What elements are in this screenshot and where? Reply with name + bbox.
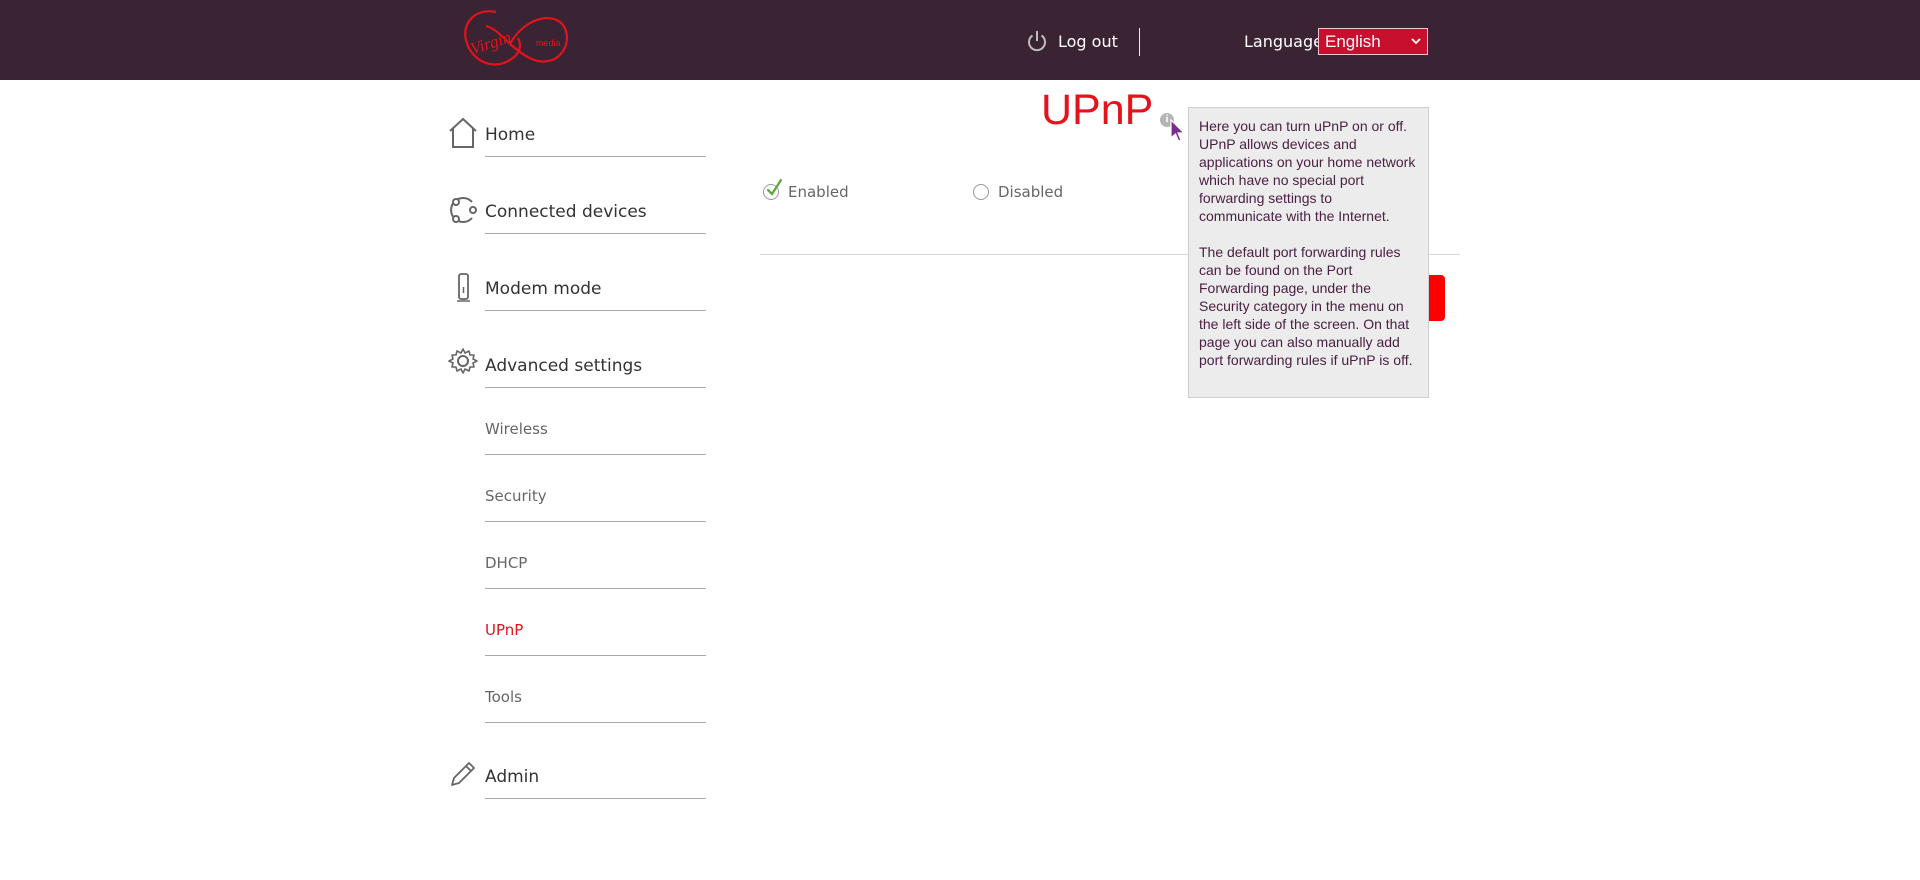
top-bar: Virgin media Log out Language English: [0, 0, 1920, 80]
checkmark-icon: [766, 178, 783, 196]
divider: [485, 588, 706, 589]
divider: [485, 310, 706, 311]
mouse-cursor-icon: [1170, 119, 1186, 142]
radio-label: Disabled: [998, 183, 1064, 201]
sidebar-item-home[interactable]: Home: [446, 116, 706, 164]
chevron-down-icon: [1411, 38, 1421, 45]
divider: [485, 454, 706, 455]
sidebar-subitem-wireless[interactable]: Wireless: [485, 410, 706, 466]
tooltip-paragraph: Here you can turn uPnP on or off. UPnP a…: [1199, 118, 1416, 224]
sidebar-item-label: Connected devices: [485, 202, 647, 222]
tooltip-paragraph: The default port forwarding rules can be…: [1199, 244, 1413, 368]
virgin-media-logo[interactable]: Virgin media: [460, 4, 572, 76]
page-title: UPnP: [1041, 86, 1154, 134]
language-selected-value: English: [1325, 31, 1381, 51]
gear-icon: [448, 348, 478, 374]
sidebar-item-label: Advanced settings: [485, 356, 643, 376]
divider: [485, 233, 706, 234]
language-label: Language: [1244, 32, 1323, 51]
radio-label: Enabled: [788, 183, 849, 201]
power-icon: [1028, 31, 1046, 52]
sidebar-item-admin[interactable]: Admin: [446, 758, 706, 806]
sidebar-item-label: Home: [485, 125, 536, 145]
sidebar-subitem-security[interactable]: Security: [485, 477, 706, 533]
logout-button[interactable]: Log out: [1026, 28, 1118, 54]
header-divider: [1139, 28, 1140, 56]
upnp-enabled-radio[interactable]: Enabled: [763, 178, 849, 203]
modem-icon: [457, 273, 470, 302]
upnp-disabled-radio[interactable]: Disabled: [973, 181, 1063, 203]
sidebar-item-label: Modem mode: [485, 279, 602, 299]
sidebar-subitem-label: Tools: [485, 688, 522, 706]
divider: [485, 655, 706, 656]
svg-text:Virgin: Virgin: [468, 28, 513, 59]
pencil-icon: [451, 762, 475, 786]
sidebar-subitem-label: DHCP: [485, 554, 528, 572]
radio-circle: [973, 184, 989, 200]
sidebar-subitem-upnp[interactable]: UPnP: [485, 611, 706, 667]
divider: [485, 722, 706, 723]
svg-text:media: media: [536, 38, 561, 48]
sidebar-item-connected-devices[interactable]: Connected devices: [446, 193, 706, 241]
logout-label: Log out: [1058, 31, 1118, 51]
radio-circle: [763, 178, 783, 200]
sidebar-subitem-label: Wireless: [485, 420, 548, 438]
sidebar-subitem-label: UPnP: [485, 621, 524, 639]
sidebar-item-modem-mode[interactable]: Modem mode: [446, 270, 706, 318]
sidebar-subitem-label: Security: [485, 487, 547, 505]
sidebar-item-advanced-settings[interactable]: Advanced settings: [446, 347, 706, 395]
sidebar-item-label: Admin: [485, 767, 540, 787]
sidebar-subitem-tools[interactable]: Tools: [485, 678, 706, 734]
home-icon: [449, 117, 477, 148]
sidebar-subitem-dhcp[interactable]: DHCP: [485, 544, 706, 600]
language-select[interactable]: English: [1318, 28, 1428, 55]
info-tooltip: Here you can turn uPnP on or off. UPnP a…: [1188, 107, 1429, 398]
divider: [485, 521, 706, 522]
connected-devices-icon: [450, 197, 477, 223]
divider: [485, 156, 706, 157]
divider: [485, 798, 706, 799]
divider: [485, 387, 706, 388]
